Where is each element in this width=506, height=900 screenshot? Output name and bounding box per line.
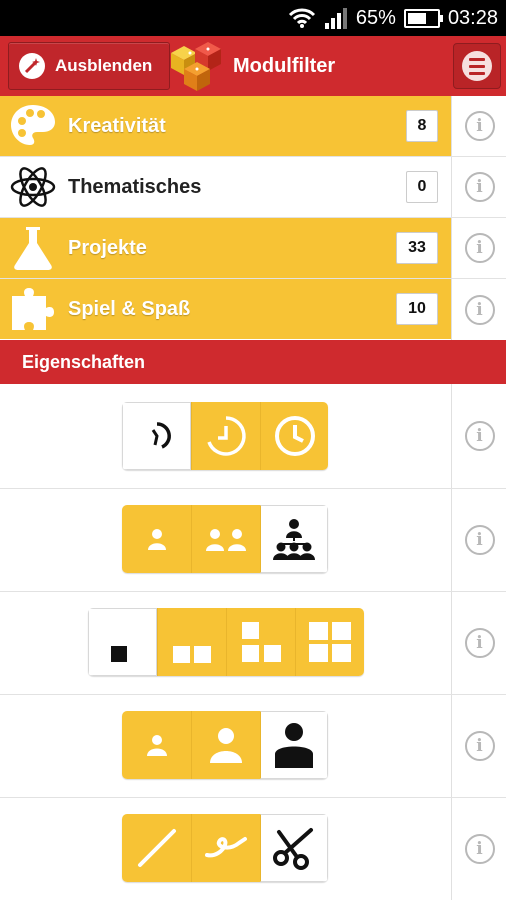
atom-icon [10,167,56,207]
page-title: Modulfilter [233,55,336,77]
info-icon: i [464,172,495,202]
section-header: Eigenschaften [0,340,506,384]
info-button-spiel-spass[interactable]: i [451,279,506,340]
app-bar: Ausblenden Modulfilter [0,36,506,96]
category-name: Spiel & Spaß [68,298,191,320]
property-row-duration [0,384,451,488]
large-person-icon [275,723,313,768]
group-icon [273,519,315,560]
space-xlarge-option[interactable] [295,608,364,676]
hide-button-label: Ausblenden [55,56,153,75]
info-icon: i [464,421,495,451]
count-badge: 0 [406,171,438,203]
category-row-thematisches[interactable]: Thematisches 0 [0,157,451,217]
info-button-group-size[interactable]: i [451,489,506,591]
category-name: Kreativität [68,115,166,137]
property-row-materials [0,798,451,900]
puzzle-icon [12,288,54,330]
scissors-icon [273,828,313,870]
duration-toggle-group [122,402,328,470]
one-square-icon [110,646,127,662]
palette-icon [11,105,55,145]
category-name: Thematisches [68,176,202,198]
ribbon-icon [205,837,247,858]
duration-short-option[interactable] [122,402,191,470]
group-option[interactable] [260,505,328,573]
pencil-option[interactable] [122,814,191,882]
menu-button[interactable] [453,43,501,89]
info-button-age[interactable]: i [451,695,506,797]
hamburger-icon [462,51,492,81]
info-icon: i [464,628,495,658]
clock-long-icon [274,416,315,456]
info-icon: i [464,834,495,864]
pair-icon [206,529,246,551]
ribbon-option[interactable] [191,814,260,882]
info-button-projekte[interactable]: i [451,218,506,278]
signal-icon [324,8,347,29]
hide-button[interactable]: Ausblenden [8,42,170,90]
info-button-duration[interactable]: i [451,384,506,488]
magic-wand-icon [19,53,45,79]
info-button-materials[interactable]: i [451,798,506,900]
duration-long-option[interactable] [260,402,328,470]
info-button-kreativitaet[interactable]: i [451,96,506,156]
wifi-icon [288,8,315,28]
age-small-option[interactable] [122,711,191,779]
info-button-thematisches[interactable]: i [451,157,506,217]
category-row-spiel-spass[interactable]: Spiel & Spaß 10 [0,279,451,339]
property-row-space [0,592,451,694]
medium-person-icon [210,728,242,763]
four-squares-icon [242,622,281,662]
info-icon: i [464,731,495,761]
clock-short-icon [151,422,171,449]
pencil-icon [137,829,176,867]
info-icon: i [464,525,495,555]
clock-medium-icon [207,416,246,456]
info-button-space[interactable]: i [451,592,506,694]
single-person-icon [147,529,166,550]
two-squares-icon [173,646,211,663]
pair-option[interactable] [191,505,260,573]
section-title: Eigenschaften [22,352,146,372]
count-badge: 33 [396,232,438,264]
duration-medium-option[interactable] [191,402,260,470]
space-toggle-group [88,608,364,676]
space-small-option[interactable] [88,608,157,676]
flask-icon [14,227,52,270]
materials-toggle-group [122,814,328,882]
space-medium-option[interactable] [157,608,226,676]
count-badge: 10 [396,293,438,325]
battery-percent: 65% [355,6,396,29]
scissors-option[interactable] [260,814,328,882]
age-medium-option[interactable] [191,711,260,779]
clock: 03:28 [447,6,498,29]
info-icon: i [464,294,495,325]
category-row-projekte[interactable]: Projekte 33 [0,218,451,278]
property-row-age [0,695,451,797]
single-option[interactable] [122,505,191,573]
status-bar: 65% 03:28 [0,0,506,36]
count-badge: 8 [406,110,438,142]
category-row-kreativitaet[interactable]: Kreativität 8 [0,96,451,156]
battery-icon [403,8,443,28]
six-squares-icon [309,622,351,662]
small-person-icon [146,735,167,756]
info-icon: i [464,111,495,141]
info-icon: i [464,233,495,263]
property-row-group-size [0,489,451,591]
category-name: Projekte [68,237,147,259]
age-large-option[interactable] [260,711,328,779]
group-size-toggle-group [122,505,328,573]
dice-logo-icon [171,42,221,91]
space-large-option[interactable] [226,608,295,676]
age-toggle-group [122,711,328,779]
